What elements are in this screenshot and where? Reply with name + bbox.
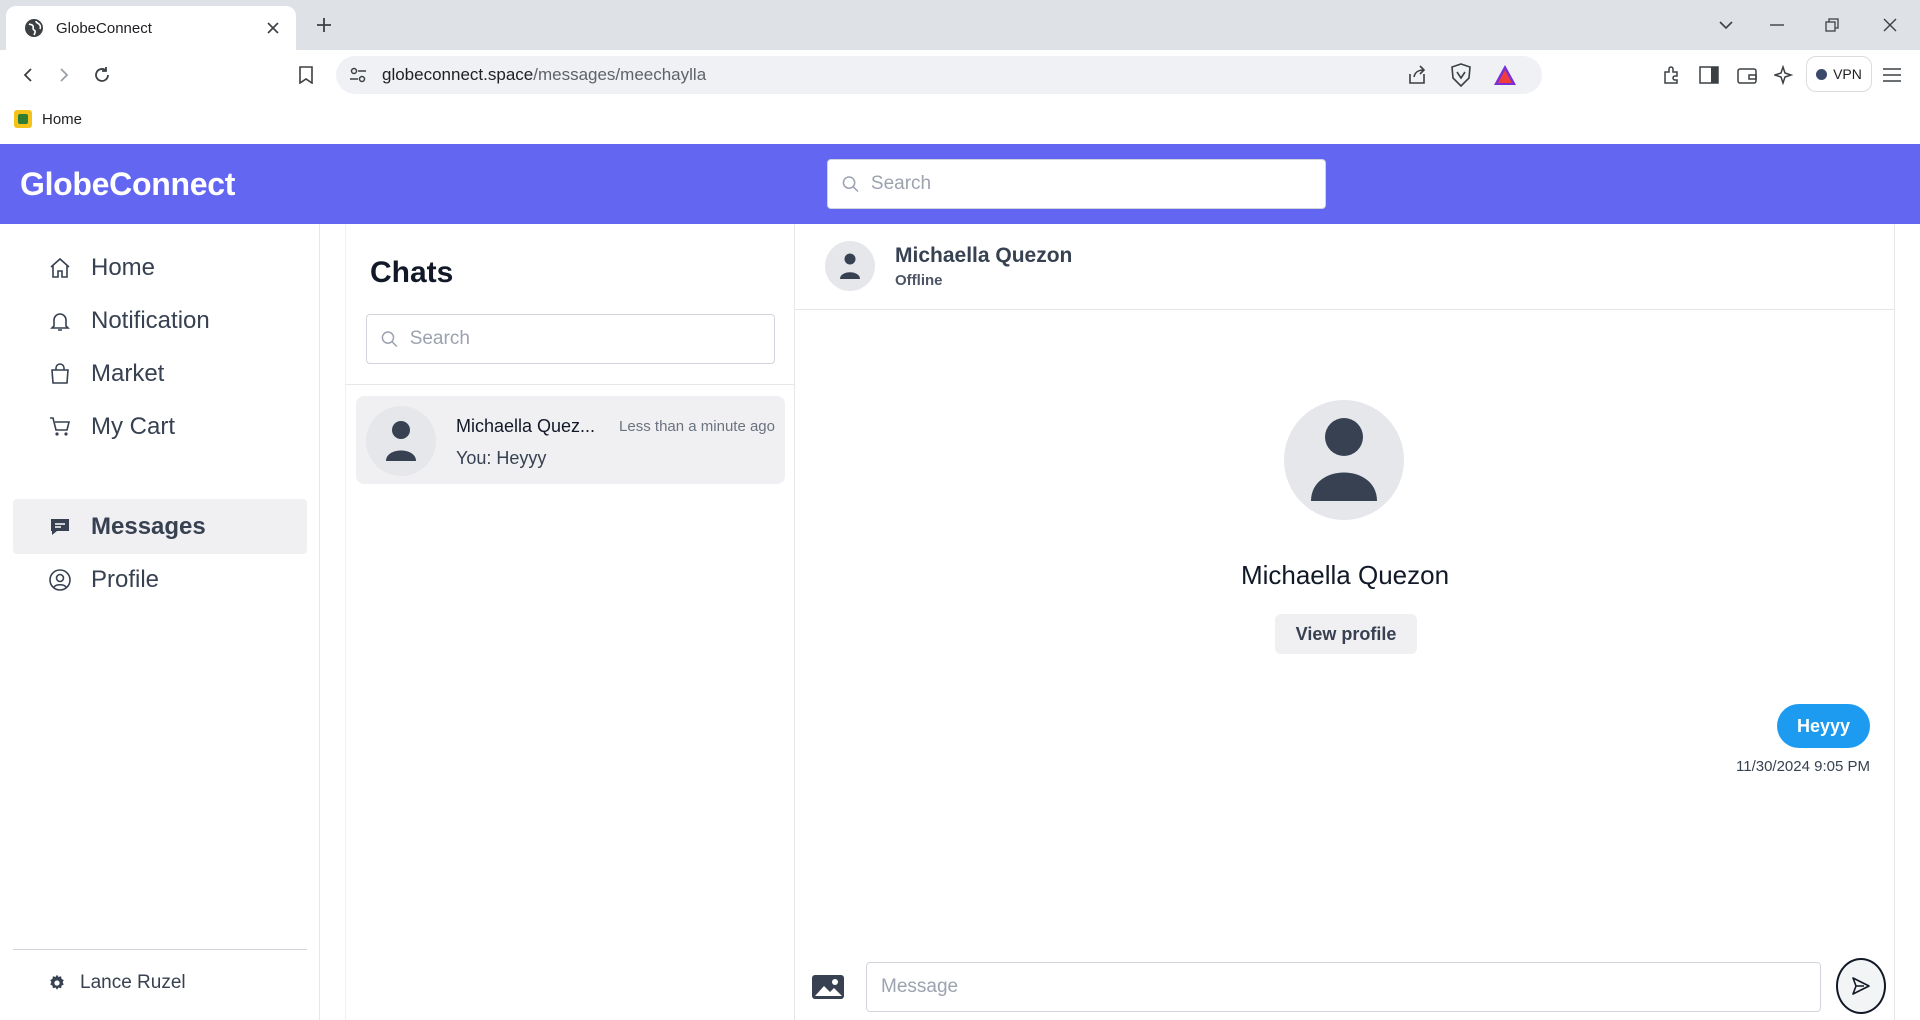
nav-item-label: Notification [91,306,210,334]
bookmark-favicon-icon [14,110,32,128]
restore-icon[interactable] [1818,12,1846,38]
nav-item-label: Home [91,253,156,281]
nav-item-label: My Cart [91,412,175,440]
vpn-button[interactable]: VPN [1806,56,1872,92]
cart-icon [47,414,73,440]
nav-divider [13,949,307,950]
bookmark-label: Home [42,110,83,128]
nav-item-messages[interactable]: Messages [13,499,307,554]
sidebar-toggle-icon[interactable] [1697,63,1721,87]
current-user[interactable]: Lance Ruzel [48,972,186,994]
gear-icon [50,974,64,990]
conversation-preview: You: Heyyy [456,448,547,468]
user-icon [1311,418,1377,501]
tab-title: GlobeConnect [56,19,152,37]
minimize-icon[interactable] [1763,12,1791,38]
send-icon [1852,977,1870,995]
message-composer [795,954,1895,1020]
close-tab-icon[interactable] [262,17,284,39]
bookmark-home[interactable]: Home [14,110,82,128]
nav-item-notification[interactable]: Notification [13,293,307,348]
bookmarks-bar: Home [0,100,1920,144]
search-icon [842,176,859,193]
view-profile-button[interactable]: View profile [1275,614,1417,654]
user-icon [386,421,416,461]
left-sidebar: Home Notification Market My Cart Message… [0,224,320,1020]
bookmark-icon[interactable] [294,63,318,87]
message-field[interactable] [866,962,1821,1012]
message-input[interactable] [881,976,1820,998]
chat-search-input[interactable] [409,328,774,350]
chats-title: Chats [370,256,454,289]
close-window-icon[interactable] [1876,12,1904,38]
home-icon [47,255,73,281]
nav-item-label: Profile [91,565,160,593]
conversation-header: Michaella Quezon Offline [795,224,1895,310]
brand-logo[interactable]: GlobeConnect [20,166,235,203]
nav-item-profile[interactable]: Profile [13,552,307,607]
globe-icon [25,19,43,37]
shopping-bag-icon [47,361,73,387]
nav-item-my-cart[interactable]: My Cart [13,399,307,454]
conversation-name: Michaella Quez... [456,416,596,436]
conversation-pane: Michaella Quezon Offline Michaella Quezo… [795,224,1895,1020]
vpn-label: VPN [1833,66,1862,82]
avatar [366,406,436,476]
user-circle-icon [47,567,73,593]
message-timestamp: 11/30/2024 9:05 PM [1736,758,1870,775]
chats-panel: Chats Michaella Quez... Less than a minu… [345,224,796,1020]
search-icon [381,331,398,347]
extensions-icon[interactable] [1659,63,1683,87]
address-bar[interactable]: globeconnect.space/messages/meechaylla [336,56,1542,94]
nav-item-label: Messages [91,512,206,540]
new-tab-icon[interactable] [312,13,336,37]
site-settings-icon[interactable] [348,65,368,85]
nav-item-home[interactable]: Home [13,240,307,295]
global-search[interactable] [827,159,1326,209]
profile-avatar [1284,400,1404,520]
brave-shields-icon[interactable] [1450,63,1472,87]
profile-name: Michaella Quezon [1240,560,1450,590]
leo-ai-icon[interactable] [1772,63,1796,87]
nav-item-market[interactable]: Market [13,346,307,401]
vpn-status-icon [1816,68,1828,80]
browser-menu-icon[interactable] [1880,63,1904,87]
conversation-time: Less than a minute ago [619,418,775,435]
back-icon[interactable] [16,63,40,87]
brave-rewards-icon[interactable] [1493,64,1517,86]
app-header: GlobeConnect [0,144,1920,224]
chats-divider [346,384,796,385]
contact-name[interactable]: Michaella Quezon [895,244,1072,268]
browser-tab-strip: GlobeConnect [0,0,1920,50]
browser-tab[interactable]: GlobeConnect [6,6,296,50]
url-text: globeconnect.space/messages/meechaylla [382,65,706,85]
chat-bubble-icon [47,514,73,540]
wallet-icon[interactable] [1735,63,1759,87]
image-upload-icon[interactable] [811,972,845,1002]
conversation-list-item[interactable]: Michaella Quez... Less than a minute ago… [356,396,785,484]
url-host: globeconnect.space [382,65,534,84]
tab-search-chevron-icon[interactable] [1712,12,1740,38]
forward-icon[interactable] [52,63,76,87]
reload-icon[interactable] [90,63,114,87]
url-path: /messages/meechaylla [533,65,707,84]
bell-icon [47,308,73,334]
send-button[interactable] [1836,958,1886,1014]
user-name: Lance Ruzel [80,972,186,993]
share-icon[interactable] [1406,64,1428,86]
user-icon [840,253,860,279]
nav-item-label: Market [91,359,165,387]
global-search-input[interactable] [870,173,1325,195]
avatar[interactable] [825,241,875,291]
chat-search[interactable] [366,314,775,364]
contact-status: Offline [895,272,943,289]
message-bubble[interactable]: Heyyy [1776,704,1870,748]
